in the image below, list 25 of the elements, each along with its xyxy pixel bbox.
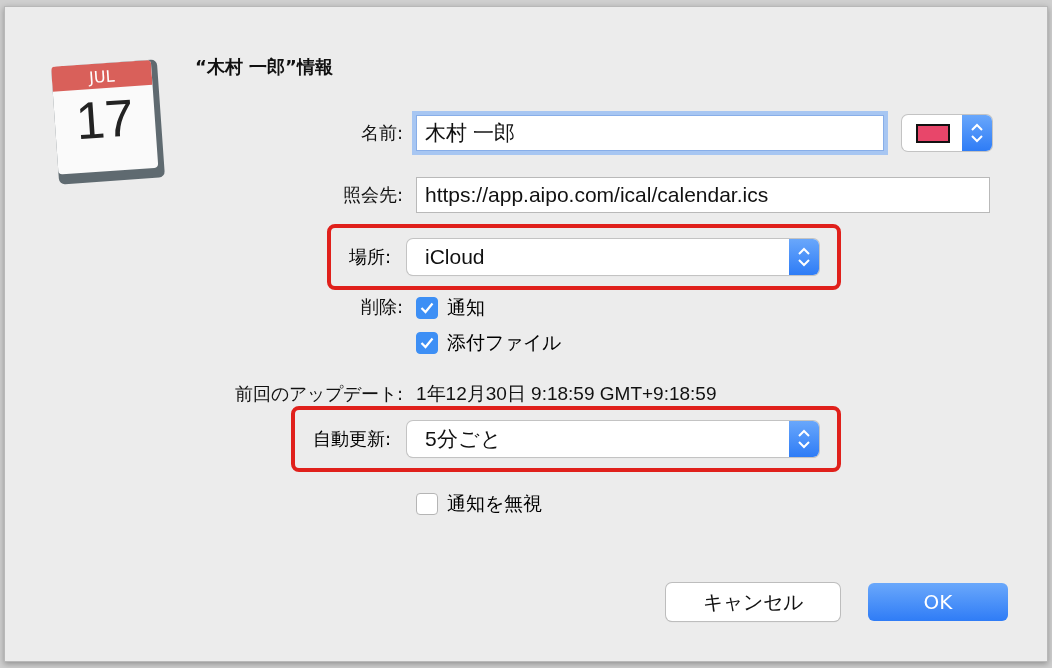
checkbox[interactable] [416, 331, 438, 354]
stepper-arrows-icon [797, 428, 811, 450]
last-update-value: 1年12月30日 9:18:59 GMT+9:18:59 [416, 382, 717, 406]
url-field[interactable]: https://app.aipo.com/ical/calendar.ics [416, 177, 990, 213]
checkbox[interactable] [416, 493, 438, 515]
field-label: 名前: [360, 122, 403, 143]
color-popup[interactable] [902, 115, 992, 151]
checkbox-label: 通知を無視 [447, 491, 542, 516]
checkbox-label: 添付ファイル [447, 329, 561, 355]
month-label: JUL [51, 59, 153, 92]
field-label: 場所: [348, 245, 391, 269]
checkmark-icon [420, 336, 434, 349]
checkbox-label: 通知 [447, 294, 485, 320]
dialog-title: “木村 一郎”情報 [195, 55, 333, 79]
cancel-button[interactable]: キャンセル [666, 583, 840, 621]
field-label: 前回のアップデート: [234, 383, 403, 404]
field-label: 自動更新: [312, 427, 391, 451]
stepper-arrows-icon [970, 122, 984, 144]
auto-update-popup[interactable]: 5分ごと [407, 421, 819, 457]
field-label: 削除: [360, 296, 403, 317]
field-label: 照会先: [342, 184, 403, 205]
checkmark-icon [420, 301, 434, 314]
stepper-arrows-icon [797, 246, 811, 268]
location-popup[interactable]: iCloud [407, 239, 819, 275]
checkbox[interactable] [416, 296, 438, 319]
